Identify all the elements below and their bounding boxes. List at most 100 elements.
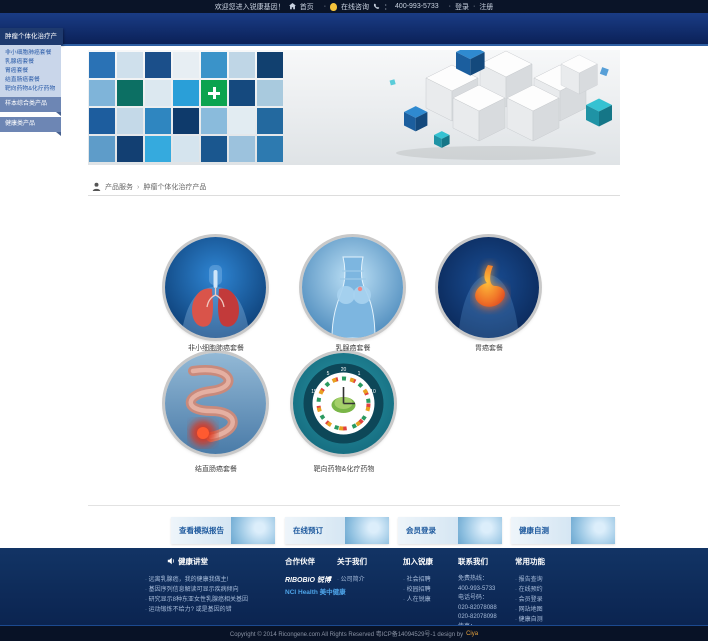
product-caption[interactable]: 结直肠癌套餐	[146, 464, 286, 474]
svg-text:15: 15	[311, 389, 317, 395]
contact-hotline-number: 400-993-5733	[458, 585, 497, 595]
sidebar-item-colorectal-cancer[interactable]: 结直肠癌套餐	[5, 76, 61, 85]
contact-phone-number: 020-82078088	[458, 604, 497, 614]
dot-sep: ·	[473, 3, 475, 10]
mosaic-tile	[257, 52, 283, 78]
product-circle-drug-clock[interactable]: 20151015	[293, 353, 394, 454]
footer-col-about: 关于我们 公司简介	[337, 556, 367, 585]
product-caption[interactable]: 靶向药物&化疗药物	[274, 464, 414, 474]
mosaic-tile	[173, 52, 199, 78]
sidebar-group-sample-products[interactable]: 样本综合类产品	[0, 97, 61, 112]
promo-photo	[458, 517, 502, 544]
mosaic-tile	[173, 108, 199, 134]
svg-text:20: 20	[341, 367, 347, 373]
footer: 健康讲堂 远离乳腺癌，我的健康我做主! 基因序列信息解读可显示疾病倾向 研究显示…	[0, 548, 708, 625]
footer-col-functions: 常用功能 报告查询 在线预约 会员登录 网站地图 健康自测	[515, 556, 545, 625]
promo-label: 查看模拟报告	[171, 525, 231, 536]
footer-col-title: 关于我们	[337, 556, 367, 567]
footer-link-member-login[interactable]: 会员登录	[515, 595, 545, 605]
mosaic-tile	[257, 80, 283, 106]
sidebar-group-health-products[interactable]: 健康类产品	[0, 117, 61, 132]
mosaic-tile	[257, 136, 283, 162]
mosaic-tile	[257, 108, 283, 134]
footer-link-report-query[interactable]: 报告查询	[515, 575, 545, 585]
mosaic-tile	[145, 52, 171, 78]
footer-link-life-at-ricon[interactable]: 人在锐康	[403, 595, 433, 605]
section-divider	[88, 505, 620, 506]
home-link[interactable]: 首页	[300, 2, 314, 12]
footer-link-company-profile[interactable]: 公司简介	[337, 575, 367, 585]
main-navbar	[0, 13, 708, 46]
footer-link-article[interactable]: 研究显示8种东亚女性乳腺癌相关基因	[145, 595, 248, 605]
product-caption[interactable]: 乳腺癌套餐	[283, 343, 423, 353]
mosaic-tile	[89, 136, 115, 162]
footer-link-health-selftest[interactable]: 健康自测	[515, 615, 545, 625]
sidebar-item-nsclc[interactable]: 非小细胞肺癌套餐	[5, 49, 61, 58]
mosaic-tile	[117, 80, 143, 106]
welcome-text: 欢迎您进入锐康基因！	[215, 2, 285, 12]
footer-link-article[interactable]: 基因序列信息解读可显示疾病倾向	[145, 585, 248, 595]
promo-label: 健康自测	[511, 525, 571, 536]
footer-link-online-booking[interactable]: 在线预约	[515, 585, 545, 595]
footer-link-campus-recruit[interactable]: 校园招聘	[403, 585, 433, 595]
breadcrumb-section[interactable]: 产品服务	[105, 182, 133, 192]
mosaic-tile	[117, 108, 143, 134]
mosaic-tile	[173, 80, 199, 106]
promo-card-online-booking[interactable]: 在线预订	[285, 517, 389, 544]
online-service-link[interactable]: 在线咨询	[341, 2, 369, 12]
product-circle-intestine[interactable]	[165, 353, 266, 454]
mosaic-tile	[201, 108, 227, 134]
promo-label: 在线预订	[285, 525, 345, 536]
sidebar-item-breast-cancer[interactable]: 乳腺癌套餐	[5, 58, 61, 67]
utility-bar: 欢迎您进入锐康基因！ 首页 · 在线咨询 ： 400-993-5733 · 登录…	[0, 0, 708, 13]
product-circle-lung[interactable]	[165, 237, 266, 338]
dot-sep: ·	[449, 3, 451, 10]
register-link[interactable]: 注册	[479, 2, 493, 12]
hero-banner	[88, 50, 620, 165]
breast-image	[302, 237, 403, 338]
login-link[interactable]: 登录	[455, 2, 469, 12]
sidebar-header-tumor-products[interactable]: 肿瘤个体化治疗产品	[0, 28, 63, 45]
mosaic-tile	[201, 136, 227, 162]
page: { "topbar": { "welcome": "欢迎您进入锐康基因！", "…	[0, 0, 708, 641]
sidebar-item-targeted-drugs[interactable]: 靶向药物&化疗药物	[5, 85, 61, 94]
sidebar-item-gastric-cancer[interactable]: 胃癌套餐	[5, 67, 61, 76]
drug-clock-image: 20151015	[293, 353, 394, 454]
phone-sep: ：	[384, 2, 391, 12]
promo-photo	[571, 517, 615, 544]
product-caption[interactable]: 非小细胞肺癌套餐	[146, 343, 286, 353]
lung-image	[165, 237, 266, 338]
footer-link-article[interactable]: 远离乳腺癌，我的健康我做主!	[145, 575, 248, 585]
banner-cubes-illustration	[286, 50, 620, 165]
contact-hotline-label: 免费热线：	[458, 575, 497, 585]
hotline-number: 400-993-5733	[395, 3, 439, 10]
promo-card-member-login[interactable]: 会员登录	[398, 517, 502, 544]
mosaic-tile	[201, 80, 227, 106]
mosaic-tile	[201, 52, 227, 78]
mosaic-tile	[229, 136, 255, 162]
designer-link[interactable]: Ciya	[466, 631, 478, 637]
mosaic-tile	[89, 108, 115, 134]
product-circle-breast[interactable]	[302, 237, 403, 338]
product-caption[interactable]: 胃癌套餐	[419, 343, 559, 353]
promo-card-view-report[interactable]: 查看模拟报告	[171, 517, 275, 544]
stomach-image	[438, 237, 539, 338]
footer-col-health-lectures: 健康讲堂 远离乳腺癌，我的健康我做主! 基因序列信息解读可显示疾病倾向 研究显示…	[145, 556, 248, 615]
breadcrumb: 产品服务 › 肿瘤个体化治疗产品	[88, 179, 620, 196]
mosaic-tile	[117, 136, 143, 162]
promo-card-health-selftest[interactable]: 健康自测	[511, 517, 615, 544]
svg-text:5: 5	[327, 371, 330, 377]
footer-link-sitemap[interactable]: 网站地图	[515, 605, 545, 615]
breadcrumb-current: 肿瘤个体化治疗产品	[143, 182, 206, 192]
footer-col-title: 加入锐康	[403, 556, 433, 567]
footer-link-social-recruit[interactable]: 社会招聘	[403, 575, 433, 585]
mosaic-tile	[117, 52, 143, 78]
mosaic-tile	[145, 108, 171, 134]
promo-label: 会员登录	[398, 525, 458, 536]
contact-phone-label: 电话号码：	[458, 594, 497, 604]
person-icon	[92, 182, 101, 193]
promo-photo	[231, 517, 275, 544]
footer-link-article[interactable]: 运动锻炼不给力? 或是基因的错	[145, 605, 248, 615]
partner-logo-nci-health[interactable]: NCI Health 美中健康	[285, 587, 346, 599]
product-circle-stomach[interactable]	[438, 237, 539, 338]
